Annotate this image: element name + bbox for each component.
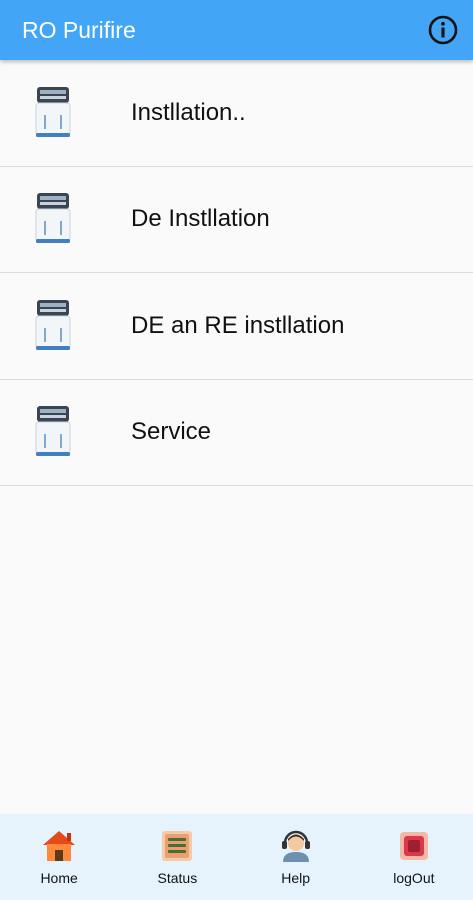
nav-item-help[interactable]: Help (237, 814, 355, 900)
nav-item-home[interactable]: Home (0, 814, 118, 900)
nav-item-logout[interactable]: logOut (355, 814, 473, 900)
menu-item-de-installation[interactable]: De Instllation (0, 166, 473, 273)
menu-list: Instllation.. De Instllation DE an RE in… (0, 60, 473, 486)
water-purifier-icon (25, 400, 81, 464)
info-icon[interactable] (427, 14, 459, 46)
menu-item-installation[interactable]: Instllation.. (0, 60, 473, 167)
water-purifier-icon (25, 187, 81, 251)
nav-label: logOut (393, 870, 435, 886)
menu-item-label: Instllation.. (131, 98, 246, 126)
menu-item-label: De Instllation (131, 205, 270, 233)
app-title: RO Purifire (22, 16, 136, 43)
menu-item-de-and-re-installation[interactable]: DE an RE instllation (0, 273, 473, 380)
menu-item-label: DE an RE instllation (131, 311, 345, 339)
menu-item-service[interactable]: Service (0, 379, 473, 486)
menu-item-label: Service (131, 418, 212, 446)
nav-label: Status (157, 870, 198, 886)
water-purifier-icon (25, 294, 81, 358)
help-agent-icon (278, 828, 314, 864)
bottom-nav: Home Status Help logOut (0, 814, 473, 900)
app-bar: RO Purifire (0, 0, 473, 60)
logout-icon (396, 828, 432, 864)
nav-label: Help (281, 870, 311, 886)
status-icon (159, 828, 195, 864)
nav-item-status[interactable]: Status (118, 814, 236, 900)
nav-label: Home (40, 870, 78, 886)
water-purifier-icon (25, 81, 81, 145)
home-icon (41, 828, 77, 864)
